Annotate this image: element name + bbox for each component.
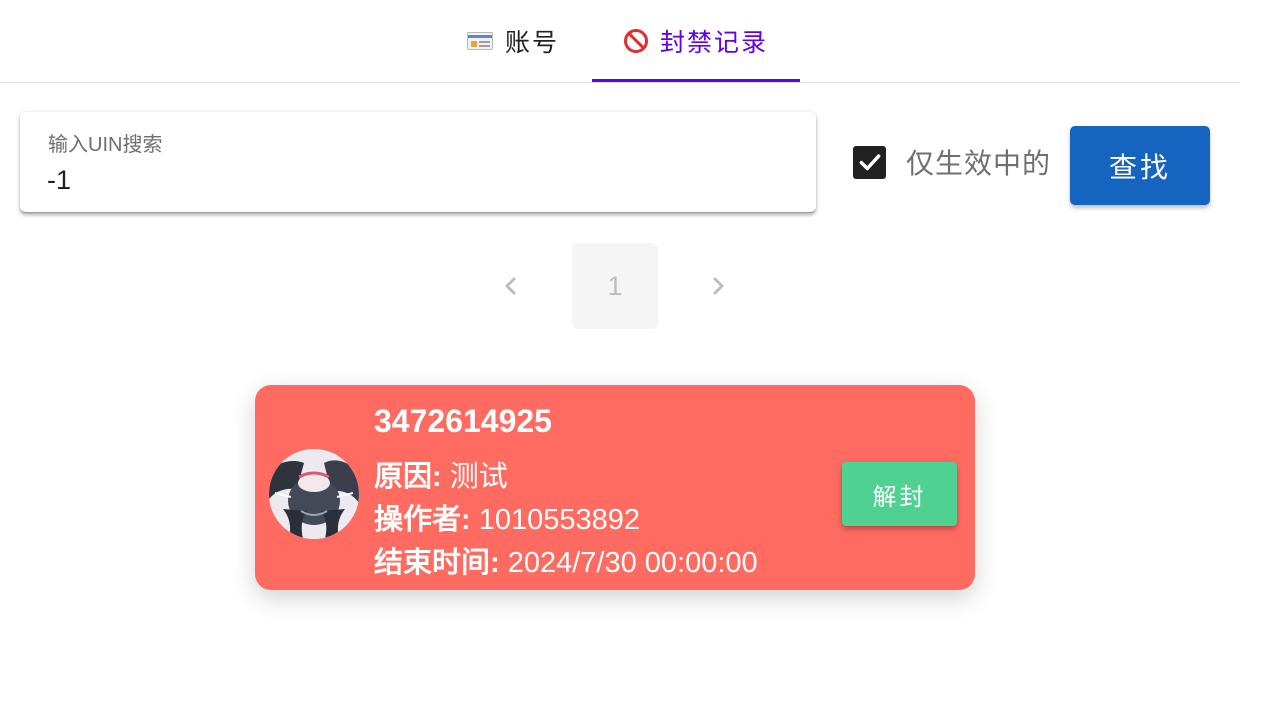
- unban-button[interactable]: 解封: [842, 462, 957, 526]
- tab-bar: 账号 封禁记录: [0, 0, 1240, 83]
- ban-end-time-label: 结束时间:: [374, 547, 500, 579]
- checkmark-icon: [859, 154, 880, 171]
- chevron-right-icon: [713, 277, 724, 295]
- ban-reason-value: 测试: [449, 461, 508, 493]
- active-only-checkbox[interactable]: [853, 145, 886, 179]
- search-field[interactable]: 输入UIN搜索: [20, 112, 816, 213]
- pagination-next-button[interactable]: [700, 268, 736, 304]
- chevron-left-icon: [505, 277, 516, 295]
- active-only-label: 仅生效中的: [906, 148, 1052, 179]
- id-card-icon: [466, 32, 493, 50]
- ban-uin: 3472614925: [374, 403, 552, 439]
- pagination-prev-button[interactable]: [493, 268, 529, 304]
- app: 账号 封禁记录 输入UIN搜索 仅生效中的 查找 1: [0, 0, 1286, 706]
- search-label: 输入UIN搜索: [48, 134, 163, 156]
- ban-operator: 操作者: 1010553892: [374, 496, 640, 538]
- avatar: [269, 449, 359, 539]
- ban-end-time: 结束时间: 2024/7/30 00:00:00: [374, 539, 758, 581]
- ban-end-time-value: 2024/7/30 00:00:00: [507, 547, 758, 579]
- find-button[interactable]: 查找: [1070, 126, 1210, 205]
- active-only-filter[interactable]: 仅生效中的: [853, 140, 1051, 184]
- pagination-page-button[interactable]: 1: [572, 243, 658, 329]
- tab-ban-records-label: 封禁记录: [659, 29, 768, 57]
- ban-record-card: 3472614925 原因: 测试 操作者: 1010553892 结束时间: …: [255, 385, 975, 590]
- tab-accounts[interactable]: 账号: [438, 0, 588, 82]
- ban-reason: 原因: 测试: [374, 453, 508, 495]
- ban-operator-value: 1010553892: [478, 504, 641, 536]
- ban-reason-label: 原因:: [374, 461, 442, 493]
- ban-operator-label: 操作者:: [374, 504, 471, 536]
- tab-ban-records[interactable]: 封禁记录: [592, 0, 800, 82]
- prohibited-icon: [623, 29, 648, 53]
- tab-accounts-label: 账号: [504, 29, 559, 57]
- search-input[interactable]: [47, 160, 787, 200]
